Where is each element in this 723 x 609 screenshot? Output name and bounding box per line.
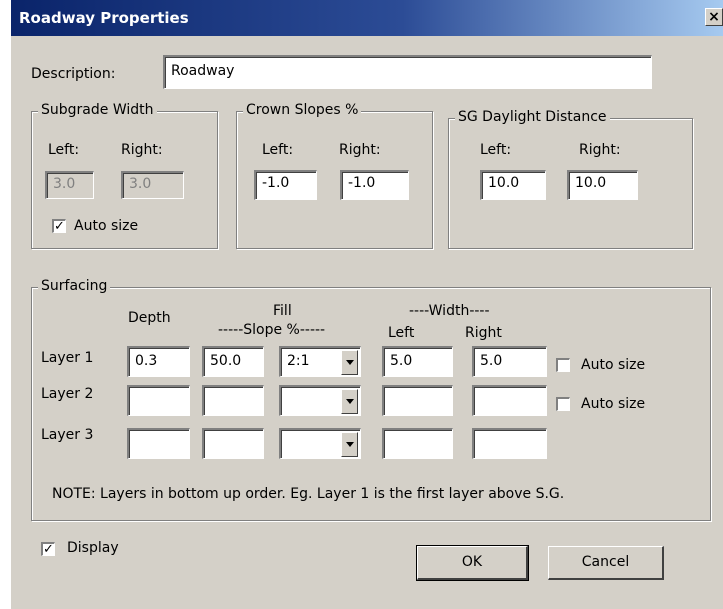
subgrade-right-label: Right: <box>121 142 163 158</box>
subgrade-right-input[interactable]: 3.0 <box>121 171 184 199</box>
width-left-header: Left <box>388 325 415 341</box>
layer-3-label: Layer 3 <box>41 427 94 443</box>
crown-left-label: Left: <box>262 142 294 158</box>
layer-3-depth-input[interactable] <box>127 428 190 459</box>
chevron-down-icon[interactable] <box>341 432 358 457</box>
subgrade-auto-size-label: Auto size <box>74 218 139 234</box>
cancel-button[interactable]: Cancel <box>548 546 664 580</box>
chevron-down-icon[interactable] <box>341 389 358 414</box>
description-label: Description: <box>31 66 116 82</box>
window-title: Roadway Properties <box>19 9 189 27</box>
close-icon: × <box>708 9 720 25</box>
subgrade-left-input[interactable]: 3.0 <box>45 171 94 199</box>
layer-1-fill-slope-input[interactable]: 50.0 <box>202 346 264 377</box>
layer-1-auto-size-checkbox[interactable] <box>556 358 570 372</box>
subgrade-auto-size-checkbox[interactable]: ✓ <box>52 219 66 233</box>
close-button[interactable]: × <box>705 8 723 26</box>
ok-button[interactable]: OK <box>416 545 529 581</box>
sg-daylight-legend: SG Daylight Distance <box>455 109 610 125</box>
daylight-left-label: Left: <box>480 142 512 158</box>
layer-2-label: Layer 2 <box>41 386 94 402</box>
title-bar[interactable]: Roadway Properties × <box>11 0 723 36</box>
subgrade-width-legend: Subgrade Width <box>38 102 157 118</box>
layer-2-right-width-input[interactable] <box>472 385 547 416</box>
display-label: Display <box>67 540 119 556</box>
check-mark-icon: ✓ <box>43 542 54 557</box>
crown-slopes-legend: Crown Slopes % <box>243 102 362 118</box>
layer-1-ratio-select[interactable]: 2:1 <box>279 346 361 377</box>
layer-1-depth-input[interactable]: 0.3 <box>127 346 190 377</box>
layer-1-auto-size-label: Auto size <box>581 357 646 373</box>
description-input[interactable]: Roadway <box>163 55 652 89</box>
slope-header: -----Slope %----- <box>218 322 326 338</box>
daylight-right-label: Right: <box>579 142 621 158</box>
width-right-header: Right <box>465 325 502 341</box>
layer-1-left-width-input[interactable]: 5.0 <box>382 346 453 377</box>
layer-1-right-width-input[interactable]: 5.0 <box>472 346 547 377</box>
layer-3-ratio-select[interactable] <box>279 428 361 459</box>
daylight-right-input[interactable]: 10.0 <box>567 170 638 200</box>
display-checkbox[interactable]: ✓ <box>41 542 55 556</box>
subgrade-left-label: Left: <box>48 142 80 158</box>
layer-2-ratio-select[interactable] <box>279 385 361 416</box>
layer-1-ratio-value: 2:1 <box>287 353 310 369</box>
layer-3-left-width-input[interactable] <box>382 428 453 459</box>
check-mark-icon: ✓ <box>54 219 65 234</box>
layer-2-auto-size-checkbox[interactable] <box>556 397 570 411</box>
layer-2-auto-size-label: Auto size <box>581 396 646 412</box>
layer-2-left-width-input[interactable] <box>382 385 453 416</box>
surfacing-legend: Surfacing <box>38 278 111 294</box>
layer-2-depth-input[interactable] <box>127 385 190 416</box>
layer-3-right-width-input[interactable] <box>472 428 547 459</box>
daylight-left-input[interactable]: 10.0 <box>480 170 546 200</box>
crown-right-label: Right: <box>339 142 381 158</box>
layer-1-label: Layer 1 <box>41 350 94 366</box>
fill-header: Fill <box>273 303 292 319</box>
crown-left-input[interactable]: -1.0 <box>254 170 317 200</box>
crown-right-input[interactable]: -1.0 <box>340 170 409 200</box>
surfacing-note: NOTE: Layers in bottom up order. Eg. Lay… <box>52 486 565 502</box>
roadway-properties-dialog: Roadway Properties × Description: Roadwa… <box>11 0 723 609</box>
chevron-down-icon[interactable] <box>341 350 358 375</box>
layer-3-fill-slope-input[interactable] <box>202 428 264 459</box>
layer-2-fill-slope-input[interactable] <box>202 385 264 416</box>
width-header: ----Width---- <box>409 303 490 319</box>
depth-header: Depth <box>128 310 171 326</box>
